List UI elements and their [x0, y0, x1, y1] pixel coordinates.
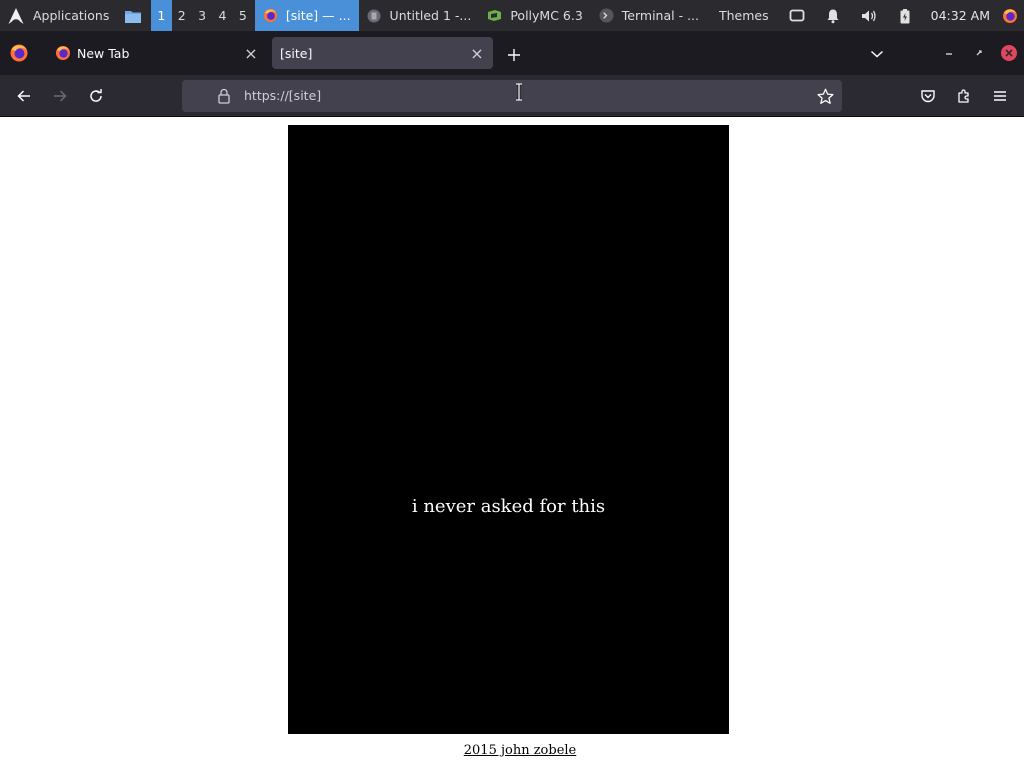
firefox-view-icon[interactable] [9, 43, 29, 63]
url-bar[interactable]: https://[site] [182, 80, 842, 112]
tab-title: New Tab [77, 45, 130, 61]
folder-icon [125, 10, 142, 23]
workspace-3-button[interactable]: 3 [192, 0, 212, 31]
notifications-tray-button[interactable] [815, 0, 851, 31]
applications-menu[interactable]: Applications [0, 0, 117, 31]
close-tab-icon[interactable]: × [239, 41, 263, 65]
task-firefox[interactable]: [site] — ... [254, 0, 359, 31]
credit-link[interactable]: 2015 john zobele [0, 743, 1024, 758]
bell-icon [827, 9, 839, 23]
applications-label: Applications [33, 8, 110, 23]
tab-strip: New Tab × [site] × [0, 31, 1024, 75]
minimize-icon [946, 53, 952, 55]
workspace-5-button[interactable]: 5 [233, 0, 253, 31]
close-window-button[interactable] [999, 43, 1019, 63]
page-content: i never asked for this 2015 john zobele [0, 117, 1024, 768]
poster-text: i never asked for this [411, 496, 606, 517]
clock[interactable]: 04:32 AM [923, 0, 1002, 31]
list-all-tabs-button[interactable] [866, 43, 888, 65]
firefox-icon [1002, 8, 1017, 23]
text-cursor-icon [516, 83, 522, 101]
task-label: PollyMC 6.3 [510, 8, 583, 23]
firefox-icon [263, 8, 278, 23]
firefox-icon [56, 46, 70, 60]
poster-image: i never asked for this [288, 125, 729, 734]
url-text[interactable]: https://[site] [244, 80, 321, 112]
puzzle-icon [958, 89, 969, 103]
new-tab-button[interactable] [502, 43, 526, 67]
pollymc-icon [487, 8, 502, 23]
task-pollymc[interactable]: PollyMC 6.3 [479, 0, 590, 31]
desktop-panel: Applications 1 2 3 4 5 [site] — ... Unti… [0, 0, 1024, 31]
hamburger-menu-icon [994, 91, 1006, 101]
workspace-2-button[interactable]: 2 [172, 0, 192, 31]
display-tray-button[interactable] [779, 0, 815, 31]
terminal-icon [599, 8, 614, 23]
extensions-button[interactable] [951, 83, 977, 109]
themes-label: Themes [719, 8, 769, 23]
maximize-window-button[interactable] [969, 43, 989, 63]
task-terminal[interactable]: Terminal - ... [591, 0, 707, 31]
navigation-toolbar: https://[site] [0, 75, 1024, 117]
lock-icon[interactable] [216, 88, 232, 104]
reload-button[interactable] [83, 83, 109, 109]
forward-button [47, 83, 73, 109]
battery-icon [900, 8, 910, 23]
pocket-icon [921, 90, 935, 103]
tab-new-tab[interactable]: New Tab × [45, 37, 267, 69]
close-tab-icon[interactable]: × [465, 41, 489, 65]
volume-tray-button[interactable] [851, 0, 887, 31]
chevron-down-icon [870, 50, 884, 58]
task-libreoffice[interactable]: Untitled 1 -... [359, 0, 480, 31]
file-manager-button[interactable] [117, 0, 149, 31]
star-icon[interactable] [817, 88, 834, 105]
workspace-1-button[interactable]: 1 [151, 0, 172, 31]
battery-tray-button[interactable] [887, 0, 923, 31]
themes-button[interactable]: Themes [707, 0, 777, 31]
back-button[interactable] [11, 83, 37, 109]
pocket-button[interactable] [915, 83, 941, 109]
tab-title: [site] [280, 45, 313, 61]
app-menu-button[interactable] [987, 83, 1013, 109]
restore-icon [976, 50, 982, 56]
tab-site[interactable]: [site] × [272, 37, 493, 69]
arrow-right-icon [54, 90, 67, 102]
arch-logo-icon [8, 7, 24, 24]
arrow-left-icon [17, 90, 30, 102]
workspace-4-button[interactable]: 4 [212, 0, 232, 31]
reload-icon [90, 89, 102, 102]
task-label: Untitled 1 -... [389, 8, 472, 23]
display-icon [789, 9, 805, 21]
task-label: Terminal - ... [621, 8, 699, 23]
volume-icon [861, 10, 876, 21]
task-label: [site] — ... [285, 8, 351, 23]
plus-icon [508, 49, 520, 61]
close-icon [1001, 45, 1017, 61]
firefox-launcher[interactable] [1002, 0, 1024, 31]
libreoffice-icon [367, 8, 382, 23]
minimize-window-button[interactable] [939, 43, 959, 63]
